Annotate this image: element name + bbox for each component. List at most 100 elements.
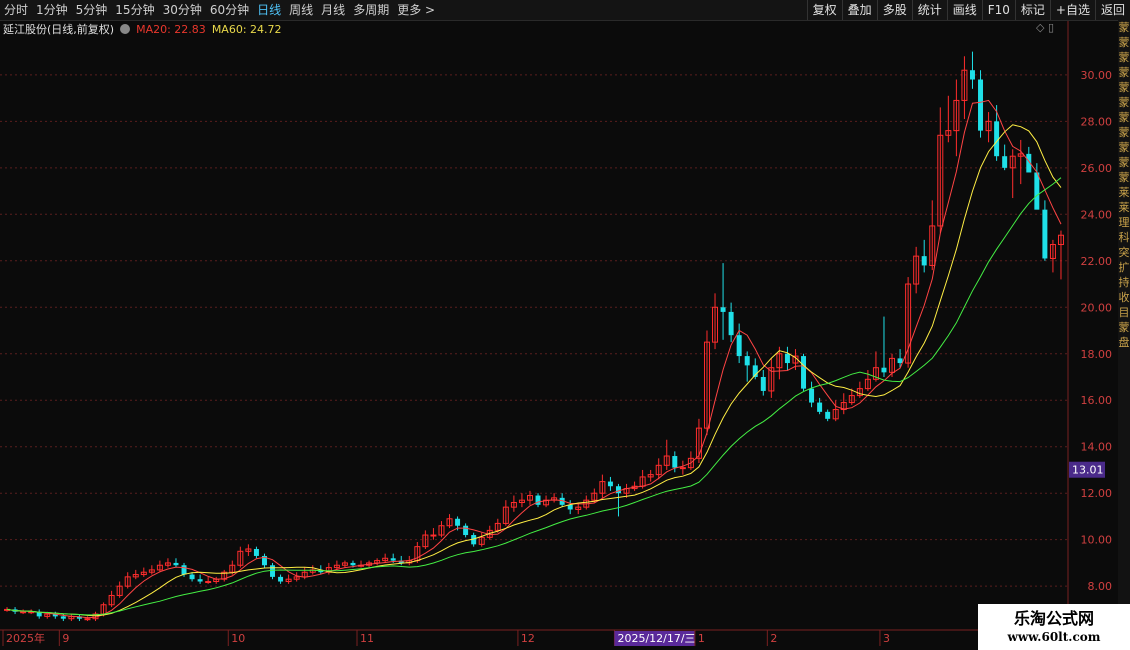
period-tab-5[interactable]: 60分钟 [206, 0, 253, 20]
candles [4, 51, 1064, 622]
x-tick-label: 3 [883, 632, 890, 645]
y-tick-label: 18.00 [1081, 348, 1113, 361]
candle-body-up [205, 581, 212, 584]
tool-button-6[interactable]: 标记 [1014, 0, 1050, 20]
y-axis-labels: 8.00 10.00 12.00 14.00 16.00 18.00 20.00 22.00 2… [1081, 69, 1113, 593]
tool-button-0[interactable]: 复权 [806, 0, 842, 20]
y-tick-label: 30.00 [1081, 69, 1113, 82]
ma20-label: MA20: 22.83 [136, 22, 206, 36]
tool-button-2[interactable]: 多股 [876, 0, 912, 20]
period-tab-3[interactable]: 15分钟 [111, 0, 158, 20]
period-tab-2[interactable]: 5分钟 [72, 0, 112, 20]
chart-info-bar: 延江股份(日线,前复权) MA20: 22.83 MA60: 24.72 [0, 21, 1070, 37]
candle-body-down [1002, 156, 1008, 168]
tool-button-8[interactable]: 返回 [1094, 0, 1130, 20]
side-char-11: 莱 [1118, 186, 1130, 199]
candle-body-up [84, 618, 91, 621]
current-price-label: 13.01 [1072, 464, 1104, 477]
y-tick-label: 8.00 [1088, 580, 1113, 593]
side-char-7: 蒙 [1118, 126, 1130, 139]
side-char-10: 蒙 [1118, 171, 1130, 184]
y-tick-label: 28.00 [1081, 115, 1113, 128]
candle-body-down [784, 353, 790, 364]
side-char-18: 收 [1118, 291, 1130, 304]
period-tab-9[interactable]: 多周期 [349, 0, 393, 20]
top-toolbar: 分时 1分钟 5分钟 15分钟 30分钟 60分钟 日线 周线 月线 多周期 更多 > 复权 叠加 多股… [0, 0, 1130, 21]
tool-button-4[interactable]: 画线 [946, 0, 982, 20]
side-char-3: 蒙 [1118, 66, 1130, 79]
side-char-1: 蒙 [1118, 36, 1130, 49]
candle-body-down [817, 402, 823, 412]
candle-body-up [20, 611, 27, 614]
side-char-5: 蒙 [1118, 96, 1130, 109]
x-tick-label: 2025年 [6, 631, 45, 645]
candle-body-down [197, 579, 203, 582]
period-tab-4[interactable]: 30分钟 [159, 0, 206, 20]
candle-body-down [455, 518, 461, 526]
candle-body-down [278, 576, 284, 582]
current-price-tag: 13.01 [1069, 461, 1105, 478]
candle-body-down [463, 525, 469, 536]
candle-body-down [672, 456, 678, 468]
y-tick-label: 26.00 [1081, 162, 1113, 175]
watermark-url: www.60lt.com [1007, 630, 1101, 644]
window-controls[interactable]: ◇ ▯ [1036, 21, 1054, 34]
y-tick-label: 20.00 [1081, 301, 1113, 314]
period-tab-7[interactable]: 周线 [285, 0, 317, 20]
settings-icon[interactable] [120, 24, 131, 34]
candle-body-down [535, 495, 541, 505]
y-tick-label: 24.00 [1081, 208, 1113, 221]
side-char-14: 科 [1118, 231, 1130, 244]
side-char-13: 理 [1118, 216, 1130, 229]
tool-button-1[interactable]: 叠加 [841, 0, 877, 20]
candle-body-down [825, 411, 831, 419]
candle-body-down [607, 481, 613, 487]
ma5-line [6, 99, 1062, 619]
candle-body-down [270, 565, 276, 577]
side-char-19: 目 [1118, 306, 1130, 319]
period-tab-0[interactable]: 分时 [0, 0, 32, 20]
x-tick-label: 9 [62, 632, 69, 645]
candle-body-down [969, 70, 975, 80]
period-tab-6[interactable]: 日线 [253, 0, 285, 20]
y-tick-label: 10.00 [1081, 534, 1113, 547]
tool-button-3[interactable]: 统计 [911, 0, 947, 20]
side-char-15: 突 [1118, 246, 1130, 259]
ma60-line [6, 177, 1062, 616]
candle-body-down [736, 335, 742, 357]
candle-body-down [760, 376, 766, 391]
moving-average-lines [6, 99, 1062, 619]
candle-body-down [921, 256, 927, 266]
side-char-4: 蒙 [1118, 81, 1130, 94]
candle-body-down [728, 311, 734, 336]
y-tick-label: 12.00 [1081, 487, 1113, 500]
side-char-8: 蒙 [1118, 141, 1130, 154]
candle-body-down [173, 562, 179, 566]
x-tick-label: 12 [521, 632, 535, 645]
side-char-21: 盘 [1118, 336, 1130, 349]
candle-body-down [390, 558, 396, 561]
period-tab-1[interactable]: 1分钟 [32, 0, 72, 20]
candle-body-down [720, 307, 726, 312]
candle-body-down [60, 616, 66, 619]
tool-button-7[interactable]: +自选 [1049, 0, 1095, 20]
x-tick-label: 11 [360, 632, 374, 645]
side-char-2: 蒙 [1118, 51, 1130, 64]
side-char-0: 蒙 [1118, 21, 1130, 34]
candle-body-down [189, 574, 195, 580]
x-axis: 2025年 9 10 11 12 2025/12/17/三 1 2 3 [0, 629, 1068, 650]
x-tick-label: 10 [231, 632, 245, 645]
candle-body-down [350, 562, 356, 566]
ma60-label: MA60: 24.72 [211, 22, 282, 36]
period-tab-8[interactable]: 月线 [317, 0, 349, 20]
y-tick-label: 22.00 [1081, 255, 1113, 268]
watermark: 乐淘公式网 www.60lt.com [978, 604, 1130, 650]
candle-body-down [253, 548, 259, 556]
candle-body-down [897, 358, 903, 364]
side-char-20: 蒙 [1118, 321, 1130, 334]
candle-body-down [744, 356, 750, 366]
tool-button-5[interactable]: F10 [981, 0, 1015, 20]
side-char-9: 蒙 [1118, 156, 1130, 169]
period-tab-10[interactable]: 更多 > [393, 0, 439, 20]
stock-title[interactable]: 延江股份(日线,前复权) [3, 21, 114, 37]
